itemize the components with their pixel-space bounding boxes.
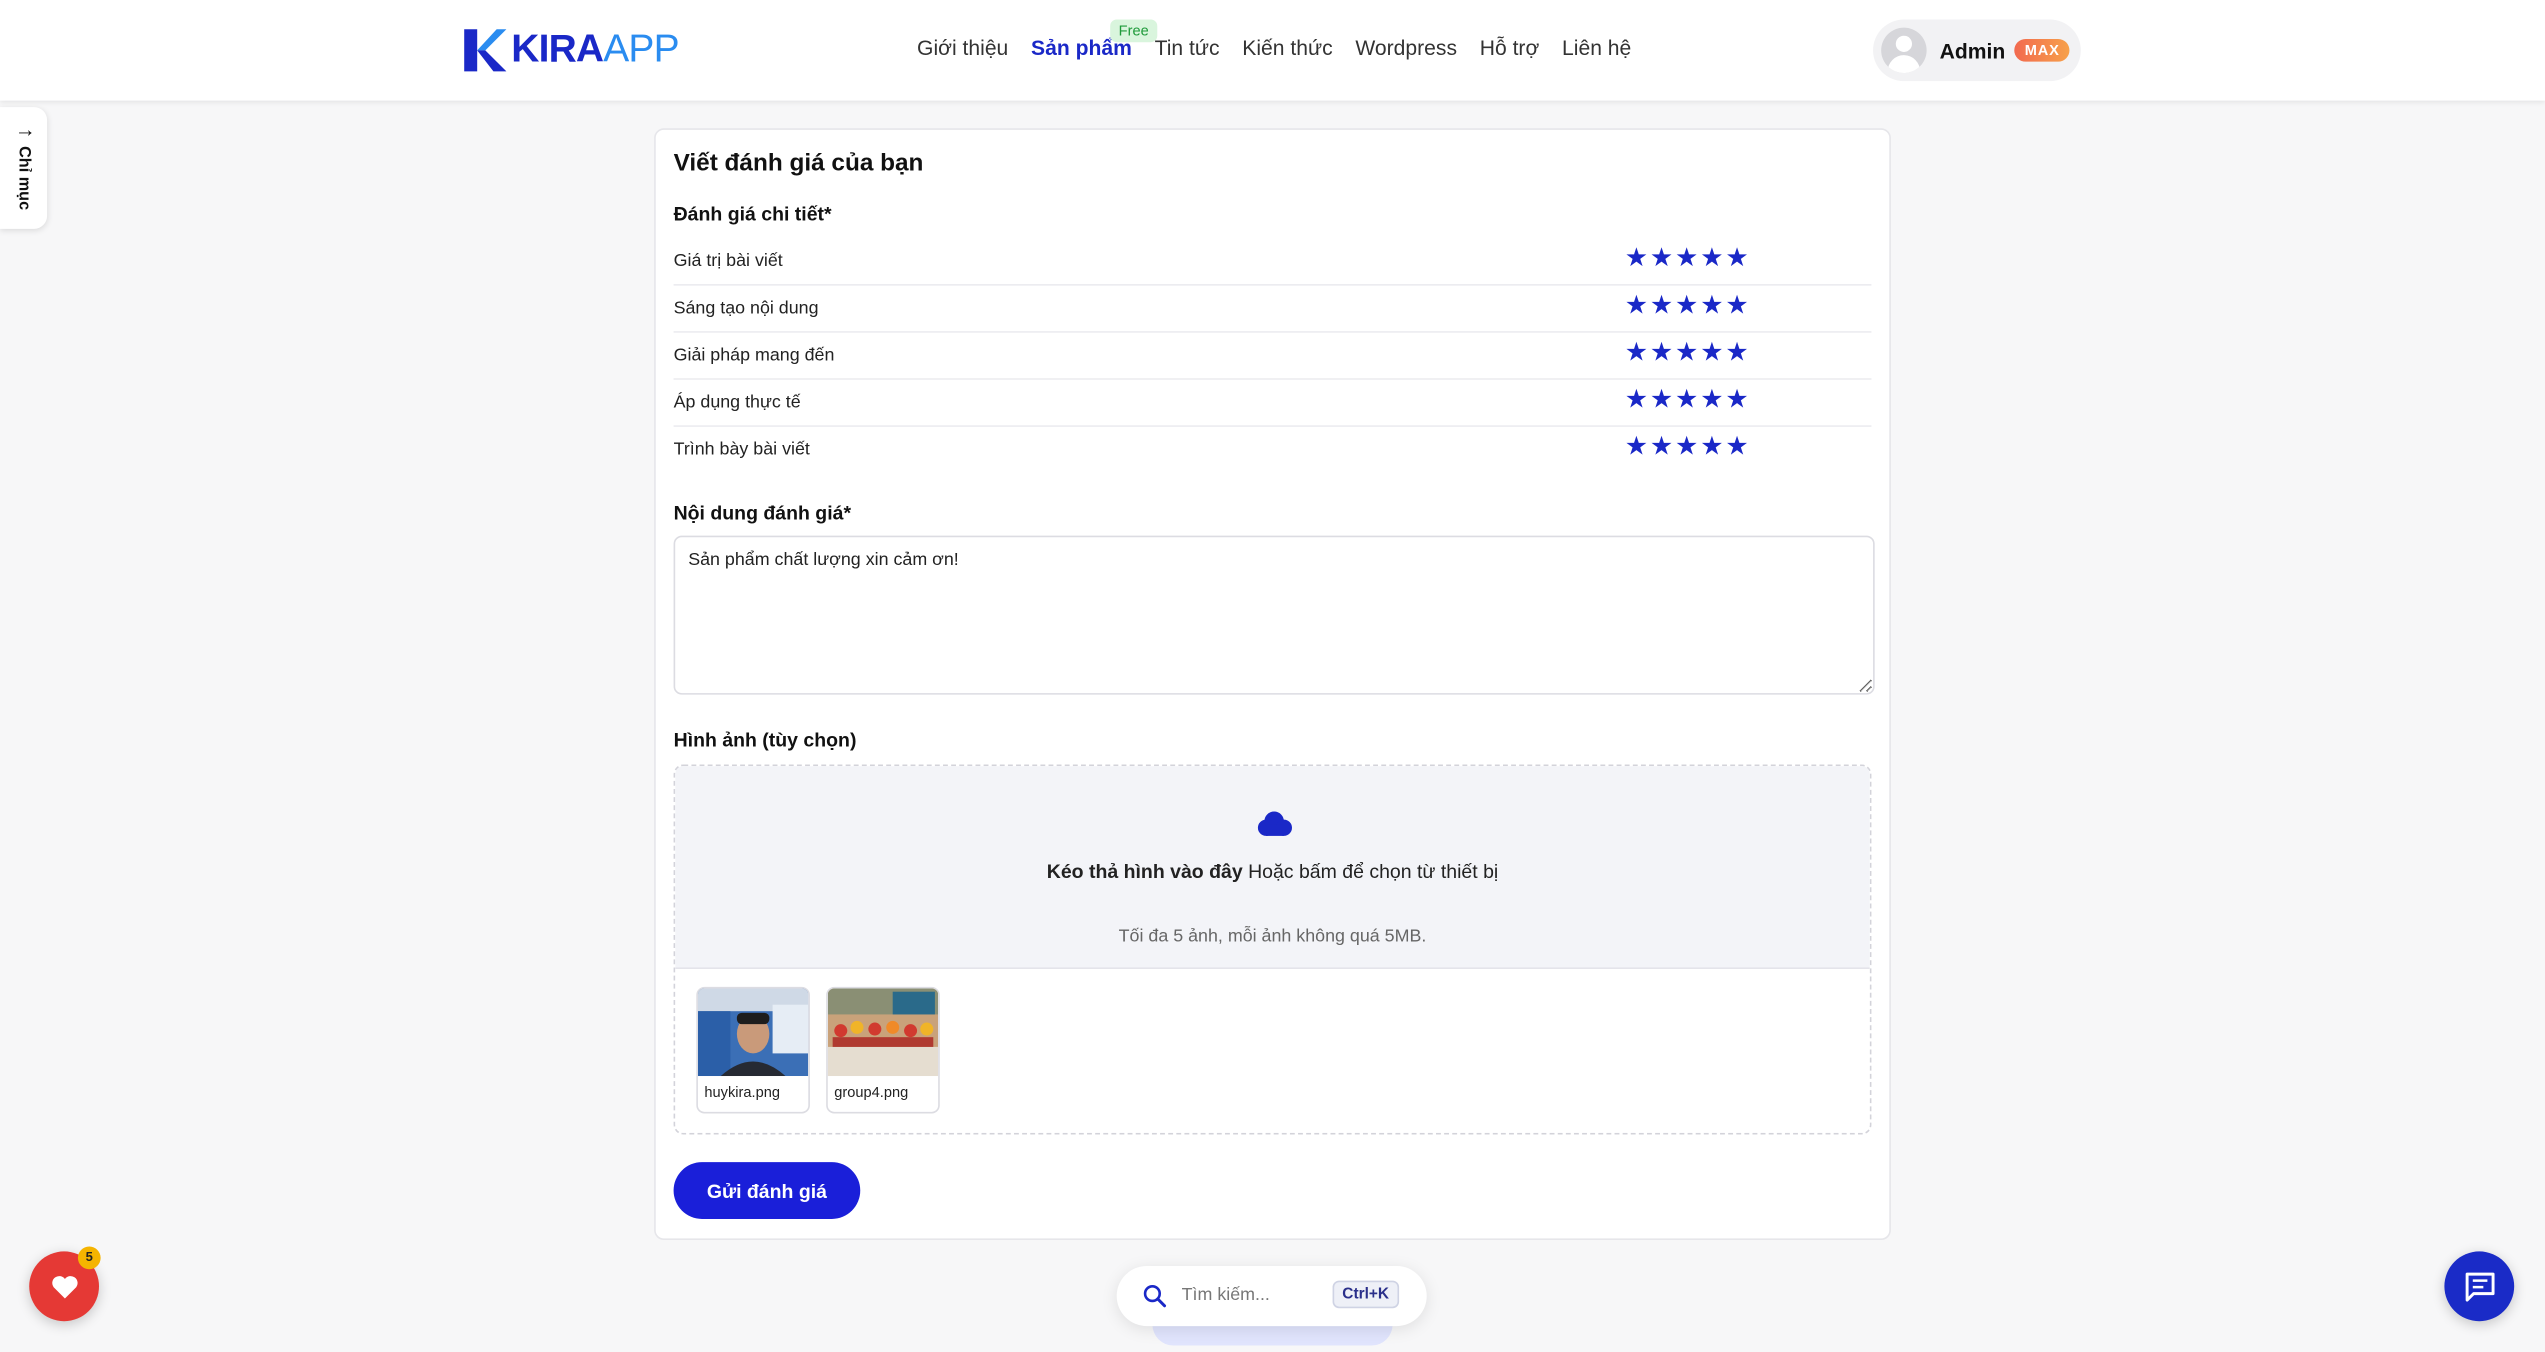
plan-badge: MAX — [2015, 38, 2070, 62]
submit-review-button[interactable]: Gửi đánh giá — [673, 1162, 861, 1219]
review-form-card: Viết đánh giá của bạn Đánh giá chi tiết*… — [654, 128, 1891, 1241]
nav-item-ho-tro[interactable]: Hỗ trợ — [1480, 36, 1540, 60]
ratings-label: Đánh giá chi tiết* — [673, 202, 832, 226]
rating-row: Áp dụng thực tế ★ ★ ★ ★ ★ — [673, 378, 1872, 427]
star-rating[interactable]: ★ ★ ★ ★ ★ — [1625, 434, 1751, 461]
content-label: Nội dung đánh giá* — [673, 501, 852, 525]
star-icon[interactable]: ★ — [1700, 340, 1725, 367]
logo[interactable]: KIRAAPP — [461, 26, 680, 75]
star-icon[interactable]: ★ — [1675, 387, 1700, 414]
nav-item-tin-tuc[interactable]: Tin tức — [1155, 36, 1220, 60]
image-preview-portrait — [697, 988, 809, 1077]
toc-tab[interactable]: → Chỉ mục — [0, 107, 48, 229]
logo-k-icon — [464, 29, 507, 72]
star-icon[interactable]: ★ — [1650, 340, 1675, 367]
star-icon[interactable]: ★ — [1725, 340, 1750, 367]
rating-label: Trình bày bài viết — [673, 439, 810, 459]
cloud-upload-icon — [1257, 811, 1292, 836]
star-icon[interactable]: ★ — [1725, 434, 1750, 461]
chat-button[interactable] — [2444, 1251, 2515, 1322]
star-icon[interactable]: ★ — [1700, 293, 1725, 320]
user-menu[interactable]: Admin MAX — [1873, 19, 2081, 82]
rating-label: Giải pháp mang đến — [673, 344, 835, 365]
star-icon[interactable]: ★ — [1675, 434, 1700, 461]
rating-label: Giá trị bài viết — [673, 250, 783, 271]
form-title: Viết đánh giá của bạn — [673, 149, 924, 177]
main-nav: Giới thiệu Sản phẩm Free Tin tức Kiến thứ… — [917, 19, 1654, 60]
chat-icon — [2464, 1271, 2494, 1301]
logo-text-accent: APP — [603, 27, 679, 72]
star-icon[interactable]: ★ — [1675, 340, 1700, 367]
star-icon[interactable]: ★ — [1700, 246, 1725, 273]
free-badge: Free — [1110, 19, 1157, 43]
toc-tab-label: Chỉ mục — [14, 146, 33, 211]
image-dropzone[interactable]: Kéo thả hình vào đây Hoặc bấm để chọn từ… — [673, 764, 1872, 1135]
star-rating[interactable]: ★ ★ ★ ★ ★ — [1625, 293, 1751, 320]
search-bar[interactable]: Tìm kiếm... Ctrl+K — [1116, 1266, 1427, 1327]
search-icon — [1143, 1285, 1167, 1308]
search-shortcut: Ctrl+K — [1332, 1280, 1399, 1309]
nav-item-gioi-thieu[interactable]: Giới thiệu — [917, 36, 1008, 60]
logo-text-main: KIRA — [511, 27, 604, 72]
user-name: Admin — [1939, 38, 2006, 63]
arrow-right-icon: → — [14, 116, 36, 142]
star-icon[interactable]: ★ — [1625, 387, 1650, 414]
star-rating[interactable]: ★ ★ ★ ★ ★ — [1625, 340, 1751, 367]
star-rating[interactable]: ★ ★ ★ ★ ★ — [1625, 387, 1751, 414]
search-placeholder: Tìm kiếm... — [1181, 1285, 1270, 1305]
nav-item-lien-he[interactable]: Liên hệ — [1562, 36, 1631, 60]
image-filename: group4.png — [834, 1084, 909, 1101]
review-content-textarea[interactable]: Sản phẩm chất lượng xin cảm ơn! — [673, 535, 1875, 695]
dropzone-area[interactable]: Kéo thả hình vào đây Hoặc bấm để chọn từ… — [675, 766, 1870, 969]
rating-row: Giá trị bài viết ★ ★ ★ ★ ★ — [673, 237, 1872, 286]
uploaded-image-thumb[interactable]: group4.png — [826, 986, 940, 1114]
image-filename: huykira.png — [704, 1084, 780, 1101]
dropzone-text-rest: Hoặc bấm để chọn từ thiết bị — [1242, 860, 1499, 883]
dropzone-text: Kéo thả hình vào đây Hoặc bấm để chọn từ… — [675, 860, 1870, 883]
rating-label: Áp dụng thực tế — [673, 391, 801, 412]
star-icon[interactable]: ★ — [1650, 293, 1675, 320]
images-label: Hình ảnh (tùy chọn) — [673, 728, 857, 752]
rating-row: Giải pháp mang đến ★ ★ ★ ★ ★ — [673, 331, 1872, 380]
favorites-count: 5 — [77, 1246, 101, 1270]
star-icon[interactable]: ★ — [1675, 246, 1700, 273]
star-icon[interactable]: ★ — [1625, 293, 1650, 320]
star-icon[interactable]: ★ — [1625, 434, 1650, 461]
star-icon[interactable]: ★ — [1725, 387, 1750, 414]
star-icon[interactable]: ★ — [1700, 387, 1725, 414]
image-preview-group — [827, 988, 939, 1077]
dropzone-hint: Tối đa 5 ảnh, mỗi ảnh không quá 5MB. — [1118, 926, 1427, 947]
star-icon[interactable]: ★ — [1725, 246, 1750, 273]
nav-item-kien-thuc[interactable]: Kiến thức — [1242, 36, 1332, 60]
star-icon[interactable]: ★ — [1650, 434, 1675, 461]
heart-icon — [51, 1275, 77, 1298]
star-rating[interactable]: ★ ★ ★ ★ ★ — [1625, 246, 1751, 273]
top-header: KIRAAPP Giới thiệu Sản phẩm Free Tin tức … — [0, 0, 2545, 101]
star-icon[interactable]: ★ — [1625, 246, 1650, 273]
star-icon[interactable]: ★ — [1675, 293, 1700, 320]
star-icon[interactable]: ★ — [1700, 434, 1725, 461]
nav-item-wordpress[interactable]: Wordpress — [1355, 36, 1457, 60]
uploaded-image-thumb[interactable]: huykira.png — [696, 986, 810, 1114]
rating-row: Trình bày bài viết ★ ★ ★ ★ ★ — [674, 425, 1872, 472]
rating-label: Sáng tạo nội dung — [673, 297, 819, 318]
star-icon[interactable]: ★ — [1650, 246, 1675, 273]
star-icon[interactable]: ★ — [1650, 387, 1675, 414]
favorites-button[interactable]: 5 — [29, 1246, 101, 1322]
avatar — [1881, 27, 1927, 74]
star-icon[interactable]: ★ — [1725, 293, 1750, 320]
nav-item-san-pham[interactable]: Sản phẩm Free — [1031, 19, 1157, 60]
rating-row: Sáng tạo nội dung ★ ★ ★ ★ ★ — [673, 284, 1872, 333]
star-icon[interactable]: ★ — [1625, 340, 1650, 367]
dropzone-text-bold: Kéo thả hình vào đây — [1046, 860, 1243, 883]
